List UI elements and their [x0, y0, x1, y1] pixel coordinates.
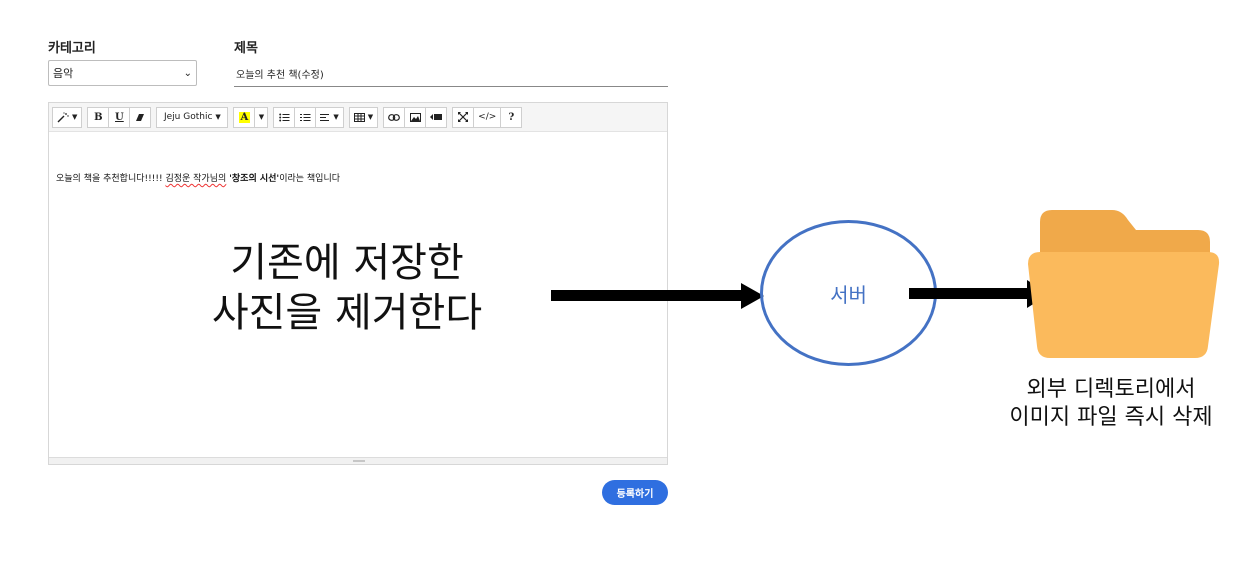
arrow-to-server-icon — [551, 283, 764, 309]
spellcheck-word: 김정운 작가님의 — [165, 174, 227, 184]
bold-book-title: '창조의 시선' — [229, 174, 280, 184]
text-color-icon: A — [238, 111, 251, 123]
paragraph-align-button[interactable]: ▼ — [315, 106, 344, 128]
folder-icon — [1028, 210, 1220, 358]
link-button[interactable] — [383, 106, 406, 128]
category-label: 카테고리 — [48, 41, 96, 56]
diagram-step-text: 기존에 저장한 사진을 제거한다 — [211, 240, 483, 336]
table-button[interactable]: ▼ — [348, 106, 379, 128]
server-label: 서버 — [830, 282, 867, 307]
color-dropdown-button[interactable]: ▼ — [254, 106, 269, 128]
unordered-list-button[interactable] — [273, 106, 296, 128]
bold-button[interactable]: B — [87, 106, 110, 128]
bullet-list-icon — [279, 113, 290, 121]
fullscreen-icon — [458, 112, 469, 122]
image-icon — [409, 112, 421, 122]
numbered-list-icon — [299, 113, 311, 121]
clear-format-button[interactable] — [129, 106, 152, 128]
submit-button[interactable]: 등록하기 — [602, 480, 668, 505]
image-button[interactable] — [404, 106, 427, 128]
video-button[interactable] — [425, 106, 448, 128]
editor-resize-handle[interactable] — [49, 457, 667, 464]
magic-wand-style-button[interactable]: ▼ — [52, 106, 83, 128]
editor-toolbar: ▼ B U Jeju Gothic ▼ A ▼ ▼ ▼ </> ? — [49, 103, 667, 132]
magic-wand-icon — [57, 111, 69, 122]
fullscreen-button[interactable] — [452, 106, 475, 128]
ordered-list-button[interactable] — [294, 106, 317, 128]
link-icon — [388, 113, 401, 121]
eraser-icon — [136, 113, 145, 121]
font-family-select[interactable]: Jeju Gothic ▼ — [156, 106, 229, 128]
category-select[interactable]: 음악 ⌄ — [48, 60, 197, 86]
title-label: 제목 — [234, 41, 258, 56]
table-icon — [353, 112, 365, 122]
chevron-down-icon: ⌄ — [183, 67, 192, 79]
code-view-button[interactable]: </> — [473, 106, 502, 128]
video-icon — [430, 114, 443, 120]
align-left-icon — [320, 113, 330, 121]
editor-content[interactable]: 오늘의 책을 추천합니다!!!!! 김정운 작가님의 '창조의 시선'이라는 책… — [56, 171, 340, 184]
resize-grip-icon — [353, 460, 365, 462]
folder-caption: 외부 디렉토리에서 이미지 파일 즉시 삭제 — [1009, 377, 1213, 430]
category-select-value: 음악 — [53, 67, 74, 80]
help-button[interactable]: ? — [500, 106, 523, 128]
title-input[interactable] — [234, 60, 668, 87]
underline-button[interactable]: U — [108, 106, 131, 128]
highlight-color-button[interactable]: A — [233, 106, 256, 128]
